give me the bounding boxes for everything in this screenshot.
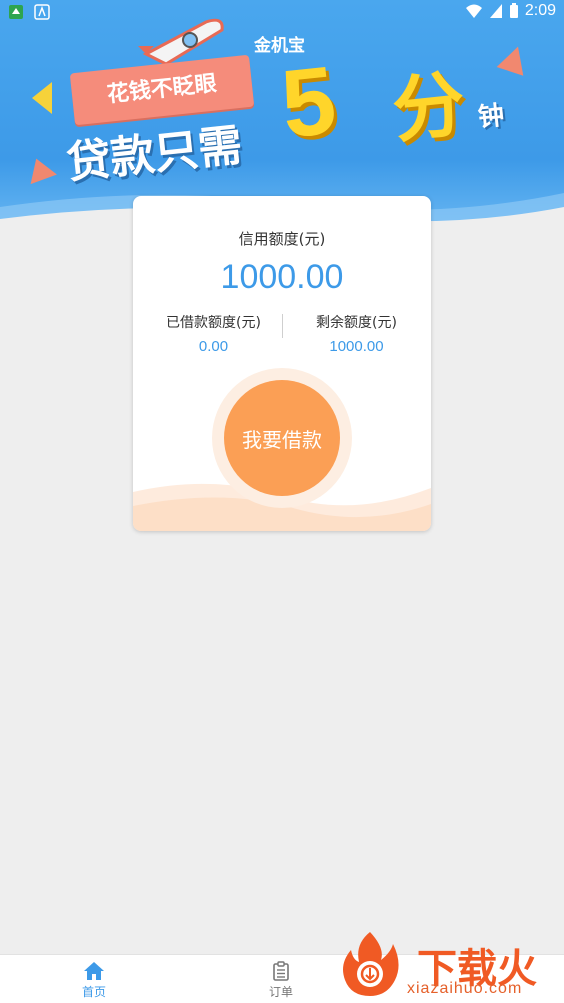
borrow-button[interactable]: 我要借款 (224, 380, 340, 496)
borrowed-amount-label: 已借款额度(元) (166, 315, 261, 331)
app-notification-icon (9, 5, 23, 19)
nav-item-home[interactable]: 首页 (54, 961, 134, 1000)
triangle-decoration (496, 42, 532, 76)
remaining-amount-section: 剩余额度(元) 1000.00 (282, 312, 431, 355)
status-time: 2:09 (524, 2, 556, 19)
borrowed-amount-section: 已借款额度(元) 0.00 (139, 312, 288, 355)
credit-card: 信用额度(元) 1000.00 已借款额度(元) 0.00 剩余额度(元) 10… (133, 196, 431, 531)
signal-icon (489, 4, 502, 18)
banner-big-number-unit: 分 (388, 61, 469, 153)
clipboard-icon (273, 961, 289, 981)
home-icon (84, 962, 104, 980)
credit-limit-label: 信用额度(元) (238, 230, 326, 248)
flame-logo-icon (343, 932, 399, 996)
promo-banner[interactable]: 金机宝 花钱不眨眼 贷款只需 5 分 钟 (0, 0, 564, 228)
nav-item-label: 首页 (81, 985, 106, 999)
remaining-amount-label: 剩余额度(元) (316, 315, 397, 331)
remaining-amount-value: 1000.00 (329, 338, 384, 355)
android-notification-icon (34, 4, 50, 20)
banner-unit-suffix: 钟 (476, 100, 506, 134)
battery-icon (509, 3, 518, 18)
triangle-decoration (23, 153, 57, 185)
credit-limit-value: 1000.00 (220, 258, 344, 296)
watermark-url: xiazaihuo.com (407, 980, 523, 997)
nav-item-orders[interactable]: 订单 (241, 961, 321, 1000)
watermark: 下载火 xiazaihuo.com (335, 928, 564, 1002)
banner-big-number: 5 (276, 46, 341, 159)
wifi-icon (465, 4, 482, 18)
status-bar: 2:09 (0, 0, 564, 24)
borrowed-amount-value: 0.00 (198, 338, 229, 355)
triangle-decoration (32, 82, 52, 114)
nav-item-label: 订单 (268, 985, 293, 999)
